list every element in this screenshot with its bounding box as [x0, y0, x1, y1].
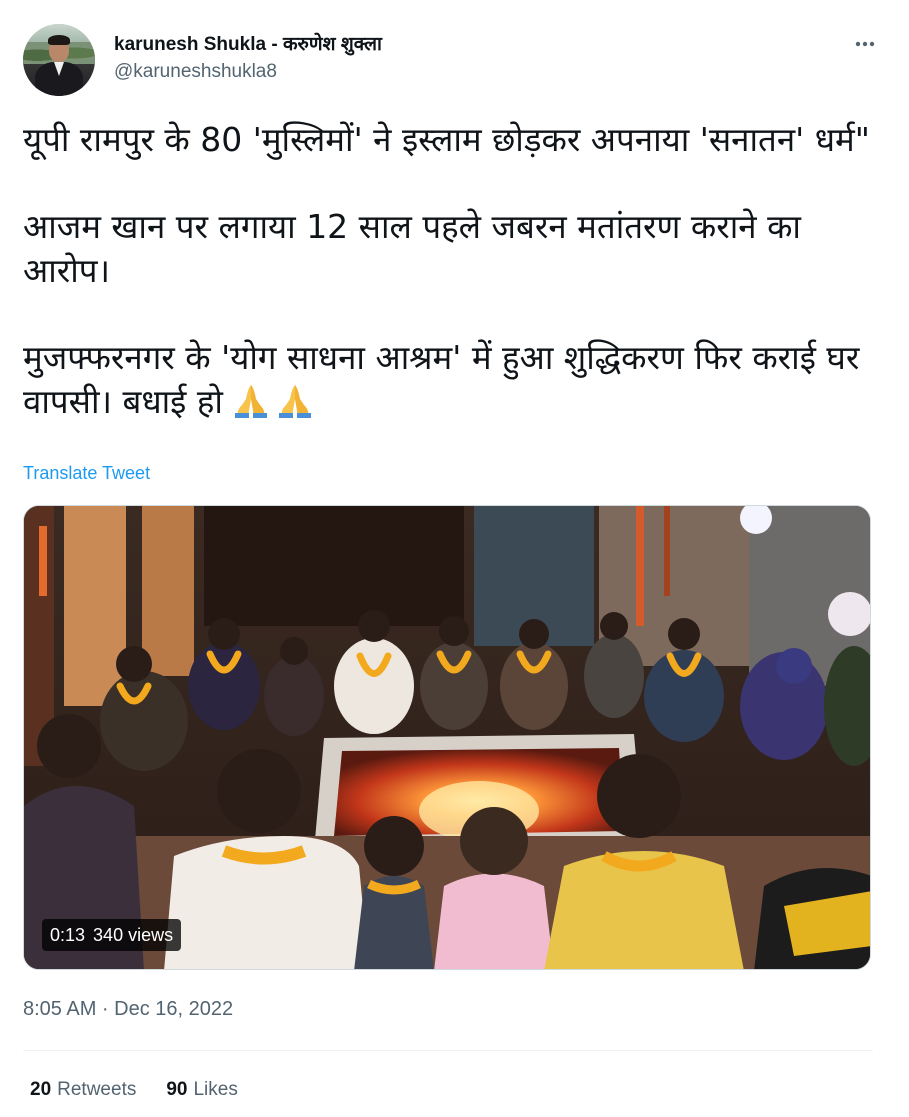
likes-label: Likes [193, 1079, 238, 1100]
video-duration: 0:13 [50, 924, 86, 945]
tweet-paragraph: मुजफ्फरनगर के 'योग साधना आश्रम' में हुआ … [23, 336, 873, 430]
more-options-icon[interactable] [851, 30, 879, 58]
video-views: 340 views [93, 924, 174, 945]
tweet-header: karunesh Shukla - करुणेश शुक्ला @karunes… [23, 24, 879, 96]
video-player[interactable]: 0:13 340 views [23, 505, 871, 970]
retweets-count: 20 [30, 1079, 52, 1100]
tweet: karunesh Shukla - करुणेश शुक्ला @karunes… [0, 0, 909, 1117]
tweet-paragraph: आजम खान पर लगाया 12 साल पहले जबरन मतांतर… [23, 207, 812, 290]
tweet-text: यूपी रामपुर के 80 'मुस्लिमों' ने इस्लाम … [23, 118, 873, 430]
likes-count: 90 [166, 1079, 188, 1100]
likes-stat[interactable]: 90 Likes [166, 1079, 238, 1101]
translate-tweet-link[interactable]: Translate Tweet [23, 463, 150, 484]
avatar[interactable] [23, 24, 95, 96]
tweet-timestamp[interactable]: 8:05 AM · Dec 16, 2022 [23, 998, 233, 1021]
folded-hands-emoji-pair [231, 383, 319, 430]
retweets-label: Retweets [57, 1079, 137, 1100]
tweet-paragraph: यूपी रामपुर के 80 'मुस्लिमों' ने इस्लाम … [23, 120, 870, 159]
folded-hands-icon [278, 385, 311, 418]
video-thumbnail [24, 506, 870, 969]
author-handle[interactable]: @karuneshshukla8 [114, 61, 277, 83]
divider [23, 1050, 873, 1051]
retweets-stat[interactable]: 20 Retweets [30, 1079, 136, 1101]
folded-hands-icon [234, 385, 267, 418]
video-stats-badge: 0:13 340 views [42, 919, 182, 951]
author-display-name[interactable]: karunesh Shukla - करुणेश शुक्ला [114, 30, 382, 56]
tweet-stats: 20 Retweets 90 Likes [30, 1079, 268, 1101]
